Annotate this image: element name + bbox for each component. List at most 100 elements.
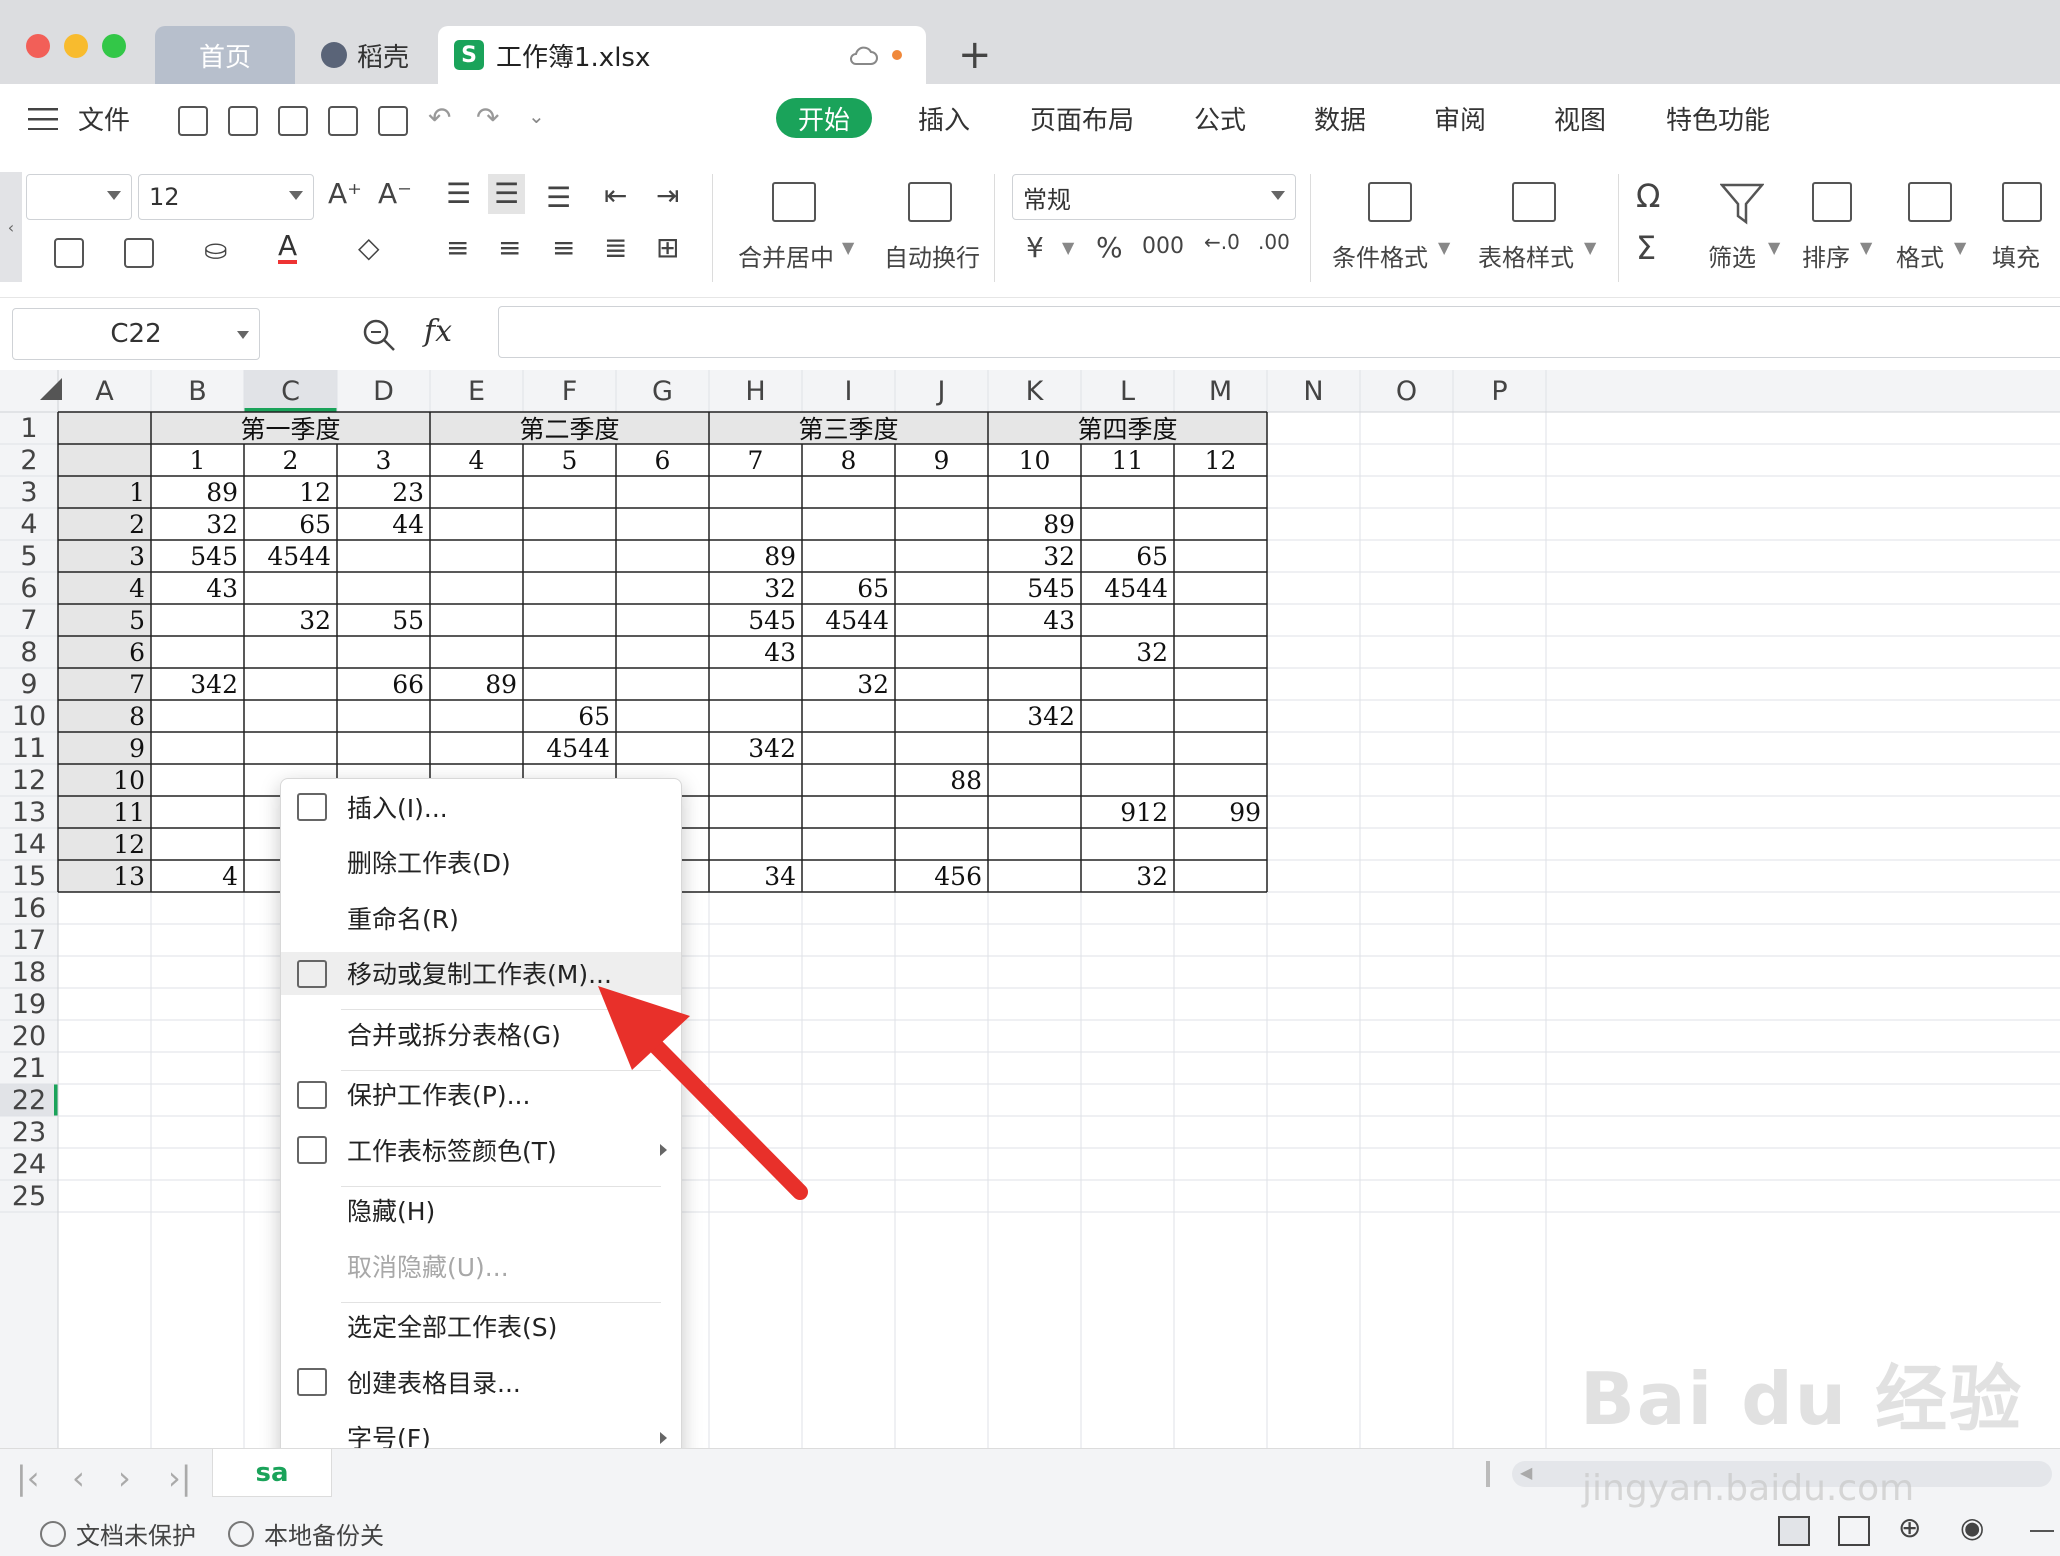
column-header-a[interactable]: A	[58, 370, 151, 412]
increase-indent-icon[interactable]: ⇥	[656, 182, 679, 210]
data-cell[interactable]: 65	[523, 700, 616, 732]
format-button[interactable]: 格式	[1896, 238, 1944, 273]
data-cell[interactable]: 545	[709, 604, 802, 636]
data-cell[interactable]: 4544	[802, 604, 895, 636]
index-cell[interactable]: 4	[58, 572, 151, 604]
index-cell[interactable]: 13	[58, 860, 151, 892]
column-header-e[interactable]: E	[430, 370, 523, 412]
data-cell[interactable]: 342	[988, 700, 1081, 732]
month-header-cell[interactable]: 9	[895, 444, 988, 476]
print-icon[interactable]	[328, 106, 358, 136]
decrease-indent-icon[interactable]: ⇤	[604, 182, 627, 210]
zoom-slider-start[interactable]	[2030, 1530, 2054, 1532]
data-cell[interactable]: 4	[151, 860, 244, 892]
data-cell[interactable]: 23	[337, 476, 430, 508]
auto-wrap-button[interactable]: 自动换行	[884, 238, 980, 273]
menu-tab-review[interactable]: 审阅	[1434, 100, 1486, 137]
data-cell[interactable]: 43	[151, 572, 244, 604]
quick-access-dropdown-icon[interactable]: ⌄	[528, 106, 545, 126]
align-center-icon[interactable]: ≡	[498, 234, 521, 262]
prev-sheet-icon[interactable]: ‹	[72, 1459, 85, 1497]
decrease-font-icon[interactable]: A⁻	[378, 180, 412, 208]
index-cell[interactable]: 1	[58, 476, 151, 508]
column-header-g[interactable]: G	[616, 370, 709, 412]
row-header-17[interactable]: 17	[0, 924, 58, 956]
data-cell[interactable]: 65	[244, 508, 337, 540]
data-cell[interactable]: 4544	[244, 540, 337, 572]
table-style-button[interactable]: 表格样式	[1478, 238, 1574, 273]
row-header-2[interactable]: 2	[0, 444, 58, 476]
row-header-11[interactable]: 11	[0, 732, 58, 764]
close-window-button[interactable]	[26, 34, 50, 58]
index-cell[interactable]: 11	[58, 796, 151, 828]
scroll-left-icon[interactable]: ◀	[1520, 1463, 1532, 1482]
column-header-j[interactable]: J	[895, 370, 988, 412]
fill-button[interactable]: 填充	[1992, 238, 2040, 273]
index-cell[interactable]: 10	[58, 764, 151, 796]
month-header-cell[interactable]: 4	[430, 444, 523, 476]
data-cell[interactable]: 55	[337, 604, 430, 636]
month-header-cell[interactable]: 10	[988, 444, 1081, 476]
normal-view-icon[interactable]	[1778, 1516, 1810, 1546]
index-cell[interactable]: 2	[58, 508, 151, 540]
context-menu-item-3[interactable]: 移动或复制工作表(M)...	[281, 951, 681, 995]
data-cell[interactable]: 32	[709, 572, 802, 604]
data-cell[interactable]: 32	[802, 668, 895, 700]
doc-protect-status[interactable]: 文档未保护	[40, 1516, 196, 1551]
fill-icon[interactable]	[2002, 182, 2042, 222]
row-header-1[interactable]: 1	[0, 412, 58, 444]
cond-format-dropdown-icon[interactable]: ▼	[1438, 240, 1450, 256]
column-header-p[interactable]: P	[1453, 370, 1546, 412]
context-menu-item-0[interactable]: 插入(I)...	[281, 785, 681, 829]
data-cell[interactable]: 912	[1081, 796, 1174, 828]
quarter-header-cell[interactable]: 第二季度	[430, 412, 709, 444]
formula-input[interactable]	[498, 306, 2060, 358]
font-name-select[interactable]	[26, 174, 132, 220]
page-break-view-icon[interactable]: ⊕	[1898, 1514, 1921, 1542]
backup-status[interactable]: 本地备份关	[228, 1516, 384, 1551]
quarter-header-cell[interactable]: 第三季度	[709, 412, 988, 444]
row-header-6[interactable]: 6	[0, 572, 58, 604]
context-menu-item-4[interactable]: 合并或拆分表格(G)	[281, 1012, 681, 1056]
data-cell[interactable]: 4544	[523, 732, 616, 764]
data-cell[interactable]: 99	[1174, 796, 1267, 828]
last-sheet-icon[interactable]: ›|	[168, 1459, 192, 1497]
row-header-3[interactable]: 3	[0, 476, 58, 508]
symbol-icon[interactable]: Ω	[1636, 180, 1660, 212]
column-header-k[interactable]: K	[988, 370, 1081, 412]
merge-center-button[interactable]: 合并居中	[738, 238, 834, 273]
open-folder-icon[interactable]	[178, 106, 208, 136]
merge-dropdown-icon[interactable]: ▼	[842, 240, 854, 256]
row-header-5[interactable]: 5	[0, 540, 58, 572]
increase-font-icon[interactable]: A⁺	[328, 180, 362, 208]
menu-tab-insert[interactable]: 插入	[918, 100, 970, 137]
row-header-15[interactable]: 15	[0, 860, 58, 892]
row-header-20[interactable]: 20	[0, 1020, 58, 1052]
justify-icon[interactable]: ≣	[604, 234, 627, 262]
data-cell[interactable]: 89	[151, 476, 244, 508]
align-middle-icon[interactable]: ☰	[488, 174, 526, 214]
month-header-cell[interactable]: 7	[709, 444, 802, 476]
data-cell[interactable]: 32	[1081, 860, 1174, 892]
sheet-tab-active[interactable]: sa	[212, 1449, 332, 1497]
row-header-8[interactable]: 8	[0, 636, 58, 668]
row-header-24[interactable]: 24	[0, 1148, 58, 1180]
data-cell[interactable]: 12	[244, 476, 337, 508]
table-style-icon[interactable]	[1512, 182, 1556, 222]
number-format-select[interactable]: 常规	[1012, 174, 1296, 220]
row-header-12[interactable]: 12	[0, 764, 58, 796]
redo-icon[interactable]: ↷	[476, 104, 499, 132]
row-header-10[interactable]: 10	[0, 700, 58, 732]
percent-icon[interactable]: %	[1096, 234, 1123, 262]
sort-button[interactable]: 排序	[1802, 238, 1850, 273]
filter-icon[interactable]	[1720, 182, 1764, 226]
index-cell[interactable]: 6	[58, 636, 151, 668]
index-cell[interactable]: 5	[58, 604, 151, 636]
column-header-f[interactable]: F	[523, 370, 616, 412]
quarter-header-cell[interactable]: 第四季度	[988, 412, 1267, 444]
sort-dropdown-icon[interactable]: ▼	[1860, 240, 1872, 256]
page-layout-view-icon[interactable]	[1838, 1516, 1870, 1546]
table-style-dropdown-icon[interactable]: ▼	[1584, 240, 1596, 256]
context-menu-item-9[interactable]: 选定全部工作表(S)	[281, 1305, 681, 1349]
row-header-23[interactable]: 23	[0, 1116, 58, 1148]
